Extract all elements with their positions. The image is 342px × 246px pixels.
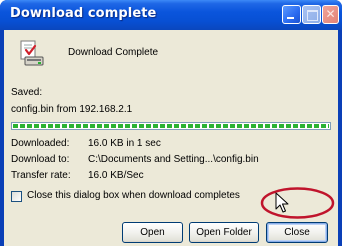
window-title: Download complete <box>10 6 157 21</box>
maximize-icon <box>307 10 318 21</box>
downloaded-label: Downloaded: <box>11 138 70 149</box>
download-to-value: C:\Documents and Setting...\config.bin <box>88 154 259 165</box>
open-button[interactable]: Open <box>122 222 183 243</box>
saved-label: Saved: <box>11 87 43 98</box>
highlight-ellipse <box>260 187 335 219</box>
minimize-button[interactable] <box>282 5 301 24</box>
minimize-icon <box>287 17 294 19</box>
mouse-pointer-icon <box>275 192 289 213</box>
transfer-rate-value: 16.0 KB/Sec <box>88 170 144 181</box>
download-progress-bar <box>11 122 331 130</box>
progress-fill <box>13 124 329 128</box>
close-icon: ✕ <box>325 7 336 21</box>
download-to-label: Download to: <box>11 154 70 165</box>
download-icon <box>20 40 44 66</box>
close-button[interactable]: Close <box>266 222 328 243</box>
download-complete-dialog: Download complete ✕ Download Complete Sa… <box>0 0 342 246</box>
saved-value: config.bin from 192.168.2.1 <box>11 104 133 115</box>
header-title: Download Complete <box>68 47 159 58</box>
downloaded-value: 16.0 KB in 1 sec <box>88 138 161 149</box>
title-bar[interactable]: Download complete ✕ <box>0 0 342 30</box>
open-folder-button[interactable]: Open Folder <box>189 222 259 243</box>
maximize-button <box>302 5 321 24</box>
auto-close-checkbox-label[interactable]: Close this dialog box when download comp… <box>27 190 240 201</box>
transfer-rate-label: Transfer rate: <box>11 170 71 181</box>
auto-close-checkbox[interactable] <box>11 191 22 202</box>
title-close-button: ✕ <box>322 5 339 24</box>
